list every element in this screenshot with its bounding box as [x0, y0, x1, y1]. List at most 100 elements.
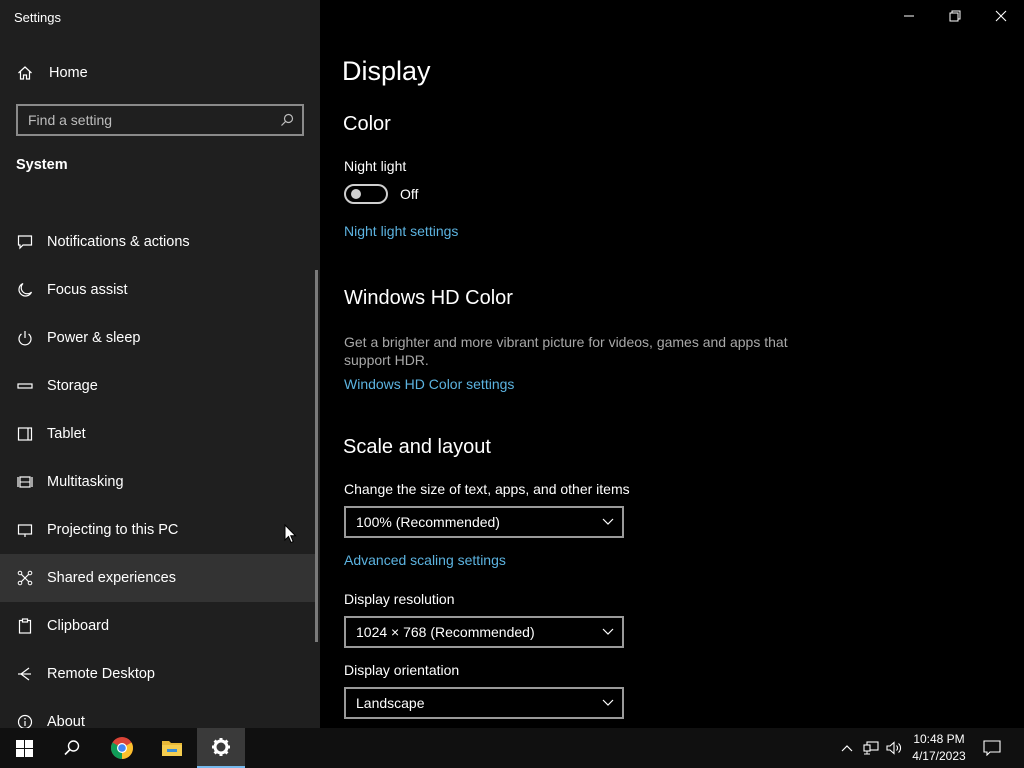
search-icon[interactable] — [280, 113, 294, 127]
night-light-state: Off — [400, 186, 419, 202]
advanced-scaling-link[interactable]: Advanced scaling settings — [344, 552, 506, 568]
taskbar-search-button[interactable] — [48, 728, 96, 768]
sidebar-item-power-sleep[interactable]: Power & sleep — [0, 314, 316, 362]
sidebar-item-label: Tablet — [47, 426, 86, 442]
info-icon — [16, 713, 34, 728]
hd-color-description: Get a brighter and more vibrant picture … — [344, 334, 788, 368]
close-button[interactable] — [978, 0, 1024, 32]
shared-experiences-icon — [16, 569, 34, 587]
clipboard-icon — [16, 617, 34, 635]
sidebar-item-label: Notifications & actions — [47, 234, 190, 250]
app-title: Settings — [14, 10, 61, 25]
sidebar-item-label: Shared experiences — [47, 570, 176, 586]
sidebar-item-about[interactable]: About — [0, 698, 316, 728]
volume-icon — [886, 741, 902, 755]
sidebar-item-notifications[interactable]: Notifications & actions — [0, 218, 316, 266]
restore-icon — [949, 10, 961, 22]
minimize-icon — [903, 10, 915, 22]
moon-icon — [16, 281, 34, 299]
volume-button[interactable] — [884, 738, 904, 758]
sidebar-item-home[interactable]: Home — [0, 52, 320, 94]
projecting-icon — [16, 521, 34, 539]
main-content: Display Color Night light Off Night ligh… — [320, 0, 1024, 728]
file-explorer-icon — [161, 738, 183, 758]
taskbar-clock[interactable]: 10:48 PM 4/17/2023 — [906, 731, 972, 765]
sidebar-item-label: Storage — [47, 378, 98, 394]
scale-label: Change the size of text, apps, and other… — [344, 481, 630, 497]
sidebar-item-tablet[interactable]: Tablet — [0, 410, 316, 458]
night-light-label: Night light — [344, 158, 407, 174]
section-title: System — [16, 157, 68, 173]
chrome-button[interactable] — [98, 728, 146, 768]
sidebar-item-remote-desktop[interactable]: Remote Desktop — [0, 650, 316, 698]
sidebar-item-label: About — [47, 714, 85, 728]
remote-desktop-icon — [16, 665, 34, 683]
sidebar-item-label: Power & sleep — [47, 330, 141, 346]
sidebar-item-label: Multitasking — [47, 474, 124, 490]
show-hidden-icons-button[interactable] — [837, 738, 857, 758]
start-button[interactable] — [0, 728, 48, 768]
scale-dropdown[interactable]: 100% (Recommended) — [344, 506, 624, 538]
network-button[interactable] — [861, 738, 881, 758]
notifications-icon — [16, 233, 34, 251]
hd-color-settings-link[interactable]: Windows HD Color settings — [344, 376, 514, 392]
sidebar-item-label: Remote Desktop — [47, 666, 155, 682]
action-center-icon — [983, 740, 1001, 756]
sidebar-item-label: Focus assist — [47, 282, 128, 298]
taskbar: 10:48 PM 4/17/2023 — [0, 728, 1024, 768]
scale-value: 100% (Recommended) — [356, 514, 500, 530]
storage-icon — [16, 377, 34, 395]
action-center-button[interactable] — [982, 738, 1002, 758]
tablet-icon — [16, 425, 34, 443]
chevron-down-icon — [602, 628, 614, 636]
search-icon — [63, 739, 81, 757]
resolution-dropdown[interactable]: 1024 × 768 (Recommended) — [344, 616, 624, 648]
orientation-dropdown[interactable]: Landscape — [344, 687, 624, 719]
sidebar-item-clipboard[interactable]: Clipboard — [0, 602, 316, 650]
night-light-toggle[interactable] — [344, 184, 388, 204]
close-icon — [995, 10, 1007, 22]
orientation-value: Landscape — [356, 695, 425, 711]
hd-color-heading: Windows HD Color — [344, 287, 513, 309]
page-title: Display — [342, 56, 431, 86]
chevron-up-icon — [841, 744, 853, 752]
night-light-toggle-row: Off — [344, 184, 418, 204]
chrome-icon — [110, 736, 134, 760]
start-icon — [15, 739, 33, 757]
clock-date: 4/17/2023 — [912, 749, 966, 763]
scale-layout-heading: Scale and layout — [343, 436, 491, 458]
sidebar-scrollbar[interactable] — [315, 270, 318, 642]
sidebar-item-projecting[interactable]: Projecting to this PC — [0, 506, 316, 554]
power-icon — [16, 329, 34, 347]
sidebar-item-shared-experiences[interactable]: Shared experiences — [0, 554, 316, 602]
sidebar-item-label: Clipboard — [47, 618, 110, 634]
resolution-value: 1024 × 768 (Recommended) — [356, 624, 535, 640]
toggle-knob — [351, 189, 361, 199]
color-heading: Color — [343, 113, 391, 135]
restore-button[interactable] — [932, 0, 978, 32]
sidebar-item-label: Projecting to this PC — [47, 522, 179, 538]
caption-buttons — [886, 0, 1024, 32]
sidebar-item-focus-assist[interactable]: Focus assist — [0, 266, 316, 314]
night-light-settings-link[interactable]: Night light settings — [344, 223, 458, 239]
sidebar-item-multitasking[interactable]: Multitasking — [0, 458, 316, 506]
sidebar: Settings Home System Notifications & act… — [0, 0, 320, 728]
mouse-cursor-icon — [284, 524, 297, 544]
clock-time: 10:48 PM — [913, 732, 965, 746]
sidebar-nav: Notifications & actions Focus assist Pow… — [0, 218, 316, 728]
sidebar-item-label: Home — [49, 65, 88, 81]
orientation-label: Display orientation — [344, 662, 460, 678]
search-box[interactable] — [16, 104, 304, 136]
settings-taskbar-button[interactable] — [197, 728, 245, 768]
home-icon — [16, 64, 34, 82]
resolution-label: Display resolution — [344, 591, 455, 607]
network-icon — [863, 741, 879, 755]
search-input[interactable] — [28, 112, 268, 128]
chevron-down-icon — [602, 699, 614, 707]
sidebar-item-storage[interactable]: Storage — [0, 362, 316, 410]
settings-icon — [211, 737, 231, 757]
minimize-button[interactable] — [886, 0, 932, 32]
chevron-down-icon — [602, 518, 614, 526]
file-explorer-button[interactable] — [148, 728, 196, 768]
multitasking-icon — [16, 473, 34, 491]
